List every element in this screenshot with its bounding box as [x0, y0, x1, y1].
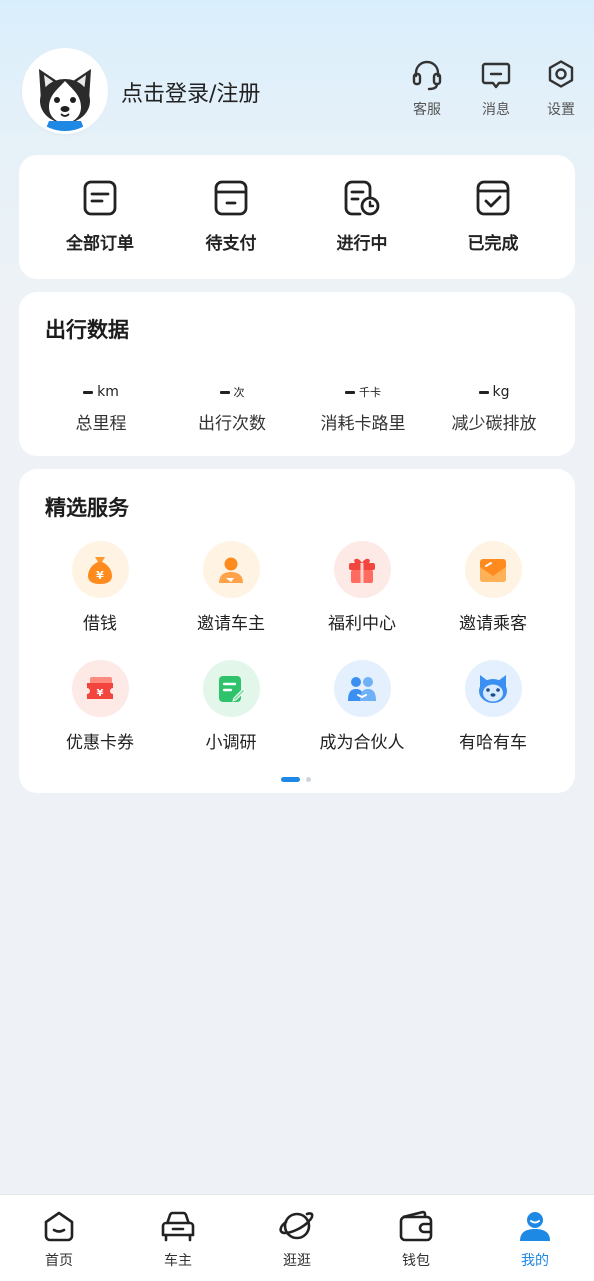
husky-face-icon [464, 660, 522, 717]
welfare-center-button[interactable]: 福利中心 [307, 541, 417, 634]
welfare-center-label: 福利中心 [328, 614, 396, 634]
check-box-icon [476, 180, 510, 216]
car-icon [161, 1211, 195, 1242]
in-progress-label: 进行中 [336, 234, 388, 254]
invite-passenger-label: 邀请乘客 [459, 614, 527, 634]
become-partner-label: 成为合伙人 [319, 733, 405, 753]
all-orders-button[interactable]: 全部订单 [45, 179, 155, 254]
youha-youche-label: 有哈有车 [459, 733, 527, 753]
customer-service-label: 客服 [413, 102, 441, 118]
money-bag-icon: ¥ [71, 541, 129, 598]
pending-payment-label: 待支付 [205, 234, 257, 254]
messages-label: 消息 [482, 102, 510, 118]
tab-home[interactable]: 首页 [9, 1208, 109, 1270]
become-partner-button[interactable]: 成为合伙人 [307, 660, 417, 753]
trip-count-stat: 次 出行次数 [167, 382, 297, 434]
invite-passenger-button[interactable]: 邀请乘客 [438, 541, 548, 634]
invite-driver-label: 邀请车主 [197, 614, 265, 634]
page-indicator-active [281, 777, 300, 782]
envelope-icon [464, 541, 522, 598]
services-title: 精选服务 [45, 496, 129, 520]
wallet-icon [399, 1210, 433, 1242]
document-icon [83, 180, 117, 216]
trip-count-unit: 次 [233, 386, 245, 399]
invite-driver-button[interactable]: 邀请车主 [176, 541, 286, 634]
tab-mine-label: 我的 [521, 1253, 549, 1269]
calories-unit: 千卡 [359, 386, 381, 399]
survey-button[interactable]: 小调研 [176, 660, 286, 753]
total-mileage-value: km [36, 382, 166, 402]
login-register-link[interactable]: 点击登录/注册 [121, 76, 260, 108]
youha-youche-button[interactable]: 有哈有车 [438, 660, 548, 753]
tab-home-label: 首页 [45, 1253, 73, 1269]
page-indicator-dot [306, 777, 311, 782]
home-icon [44, 1211, 74, 1242]
coupons-label: 优惠卡券 [66, 733, 134, 753]
completed-button[interactable]: 已完成 [438, 179, 548, 254]
total-mileage-stat: km 总里程 [36, 382, 166, 434]
calories-stat: 千卡 消耗卡路里 [298, 382, 428, 434]
user-icon [520, 1212, 550, 1241]
tab-explore-label: 逛逛 [283, 1253, 311, 1269]
tab-driver[interactable]: 车主 [128, 1208, 228, 1270]
carbon-reduction-unit: kg [492, 384, 510, 400]
invite-driver-icon [202, 541, 260, 598]
clock-document-icon [344, 180, 380, 216]
settings-label: 设置 [547, 102, 575, 118]
tab-wallet[interactable]: 钱包 [366, 1208, 466, 1270]
carbon-reduction-value: kg [429, 382, 559, 402]
carbon-reduction-label: 减少碳排放 [451, 414, 537, 434]
tab-mine[interactable]: 我的 [485, 1208, 585, 1270]
tab-driver-label: 车主 [164, 1253, 192, 1269]
planet-icon [279, 1212, 314, 1240]
settings-icon [548, 60, 574, 88]
borrow-money-button[interactable]: ¥ 借钱 [45, 541, 155, 634]
in-progress-button[interactable]: 进行中 [307, 179, 417, 254]
pending-payment-button[interactable]: 待支付 [176, 179, 286, 254]
svg-text:¥: ¥ [97, 688, 104, 699]
coupon-icon: ¥ [71, 660, 129, 717]
calories-label: 消耗卡路里 [320, 414, 406, 434]
gift-icon [333, 541, 391, 598]
headset-icon [412, 60, 442, 91]
carbon-reduction-stat: kg 减少碳排放 [429, 382, 559, 434]
trip-count-label: 出行次数 [198, 414, 266, 434]
tab-explore[interactable]: 逛逛 [247, 1208, 347, 1270]
completed-label: 已完成 [467, 234, 519, 254]
message-icon [481, 62, 511, 89]
borrow-money-label: 借钱 [83, 614, 117, 634]
coupons-button[interactable]: ¥ 优惠卡券 [45, 660, 155, 753]
total-mileage-label: 总里程 [75, 414, 127, 434]
total-mileage-unit: km [97, 384, 119, 400]
messages-button[interactable]: 消息 [466, 58, 526, 119]
survey-label: 小调研 [205, 733, 257, 753]
calories-value: 千卡 [298, 382, 428, 402]
survey-icon [202, 660, 260, 717]
travel-data-title: 出行数据 [45, 318, 129, 342]
customer-service-button[interactable]: 客服 [397, 58, 457, 119]
tab-wallet-label: 钱包 [402, 1253, 430, 1269]
wallet-pending-icon [214, 180, 248, 216]
trip-count-value: 次 [167, 382, 297, 402]
avatar[interactable] [25, 51, 105, 131]
partners-icon [333, 660, 391, 717]
svg-text:¥: ¥ [96, 569, 104, 582]
all-orders-label: 全部订单 [66, 234, 134, 254]
settings-button[interactable]: 设置 [531, 58, 591, 119]
husky-avatar-icon [25, 51, 105, 131]
